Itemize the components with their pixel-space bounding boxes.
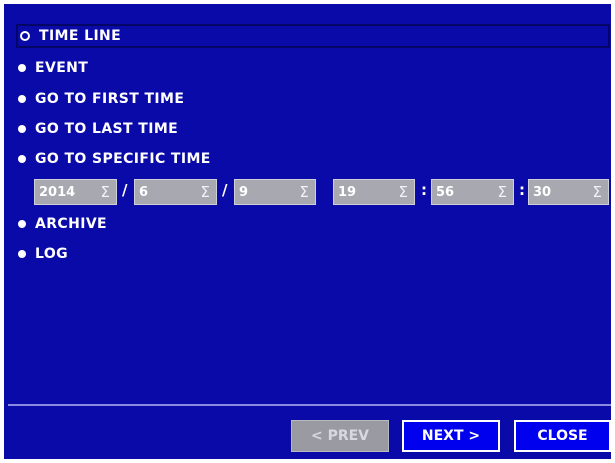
bullet-icon — [18, 220, 26, 228]
footer-divider — [8, 404, 611, 406]
menu-item-label: GO TO FIRST TIME — [35, 91, 185, 107]
menu-item-go-to-first-time[interactable]: GO TO FIRST TIME — [18, 87, 610, 111]
search-dialog: TIME LINE EVENT GO TO FIRST TIME GO TO L… — [4, 4, 611, 459]
day-value: 9 — [239, 184, 249, 200]
menu-item-log[interactable]: LOG — [18, 242, 610, 266]
menu-item-event[interactable]: EVENT — [18, 56, 610, 80]
year-value: 2014 — [39, 184, 76, 200]
minute-spinner[interactable]: 56 Σ — [431, 179, 514, 205]
menu-item-archive[interactable]: ARCHIVE — [18, 212, 610, 236]
menu-item-go-to-specific-time[interactable]: GO TO SPECIFIC TIME — [18, 147, 610, 171]
year-spinner[interactable]: 2014 Σ — [34, 179, 117, 205]
spinner-icon[interactable]: Σ — [300, 183, 309, 201]
second-spinner[interactable]: 30 Σ — [528, 179, 609, 205]
menu-item-label: EVENT — [35, 60, 89, 76]
bullet-icon — [18, 155, 26, 163]
close-button[interactable]: CLOSE — [514, 420, 611, 452]
menu-item-label: GO TO LAST TIME — [35, 121, 179, 137]
bullet-icon — [18, 95, 26, 103]
menu-item-label: TIME LINE — [39, 28, 122, 44]
bullet-icon — [18, 250, 26, 258]
hour-spinner[interactable]: 19 Σ — [333, 179, 415, 205]
specific-time-row: 2014 Σ / 6 Σ / 9 Σ 19 Σ : 56 Σ : 30 Σ — [34, 179, 609, 205]
prev-button[interactable]: < PREV — [291, 420, 389, 452]
spinner-icon[interactable]: Σ — [101, 183, 110, 201]
minute-value: 56 — [436, 184, 455, 200]
bullet-icon — [18, 64, 26, 72]
time-separator: : — [519, 181, 525, 199]
date-separator: / — [122, 181, 128, 199]
spinner-icon[interactable]: Σ — [498, 183, 507, 201]
spinner-icon[interactable]: Σ — [201, 183, 210, 201]
bullet-icon — [18, 125, 26, 133]
month-spinner[interactable]: 6 Σ — [134, 179, 217, 205]
month-value: 6 — [139, 184, 149, 200]
hour-value: 19 — [338, 184, 357, 200]
menu-item-go-to-last-time[interactable]: GO TO LAST TIME — [18, 117, 610, 141]
day-spinner[interactable]: 9 Σ — [234, 179, 316, 205]
date-separator: / — [222, 181, 228, 199]
menu-item-label: LOG — [35, 246, 69, 262]
spinner-icon[interactable]: Σ — [399, 183, 408, 201]
radio-selected-icon — [20, 31, 30, 41]
spinner-icon[interactable]: Σ — [593, 183, 602, 201]
second-value: 30 — [533, 184, 552, 200]
menu-item-label: ARCHIVE — [35, 216, 108, 232]
time-separator: : — [421, 181, 427, 199]
next-button[interactable]: NEXT > — [402, 420, 500, 452]
menu-item-label: GO TO SPECIFIC TIME — [35, 151, 211, 167]
menu-item-time-line[interactable]: TIME LINE — [16, 24, 610, 48]
